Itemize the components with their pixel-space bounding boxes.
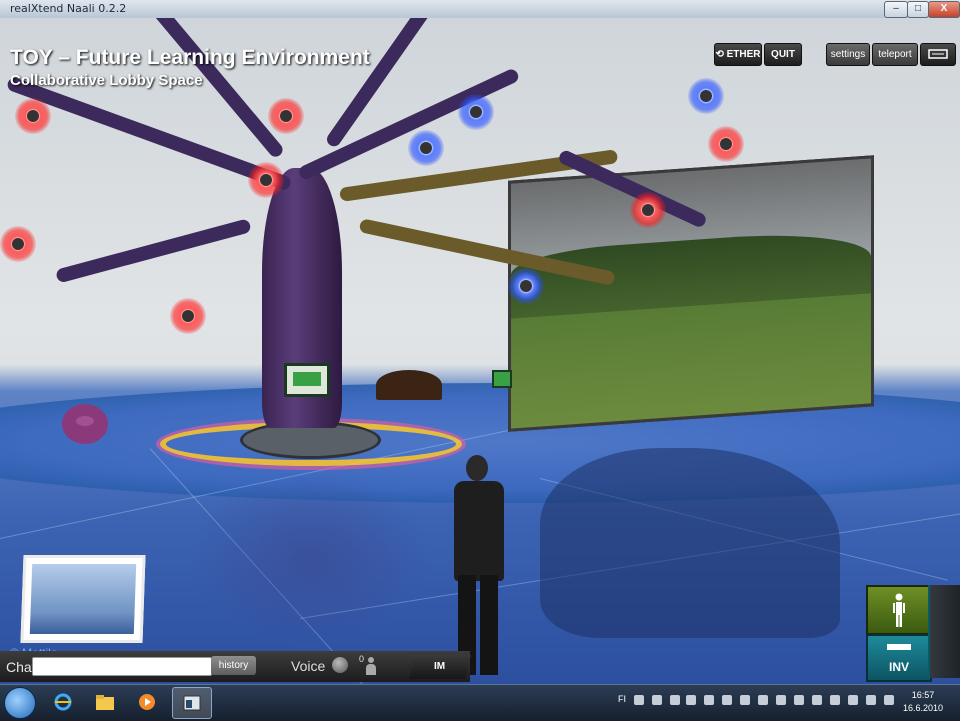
taskbar-ie[interactable] (44, 687, 82, 717)
avatar-icon (893, 593, 905, 627)
info-sign-small[interactable] (492, 370, 512, 388)
network-icon[interactable] (866, 695, 876, 705)
language-indicator[interactable]: FI (618, 694, 626, 704)
taskbar-naali[interactable] (172, 687, 212, 719)
tray-icon[interactable] (634, 695, 644, 705)
taskbar-media[interactable] (128, 687, 166, 717)
avatar-button[interactable] (866, 585, 932, 635)
red-light-orb (630, 192, 666, 228)
clock-date: 16.6.2010 (903, 703, 944, 713)
menu-icon[interactable] (920, 43, 956, 66)
tray-icon[interactable] (722, 695, 732, 705)
info-sign[interactable] (284, 363, 330, 397)
3d-viewport[interactable]: TOY – Future Learning Environment Collab… (0, 18, 960, 684)
tray-icon[interactable] (686, 695, 696, 705)
tree-branch (55, 218, 252, 284)
ether-button[interactable]: ⟲ ETHER (714, 43, 762, 66)
person-icon (366, 657, 376, 675)
teleport-button[interactable]: teleport (872, 43, 918, 66)
red-light-orb (708, 126, 744, 162)
red-light-orb (248, 162, 284, 198)
inventory-label: INV (888, 660, 909, 674)
overlay-title: TOY – Future Learning Environment (10, 46, 370, 69)
user-avatar[interactable] (448, 455, 514, 680)
tray-icon[interactable] (812, 695, 822, 705)
ie-icon (54, 693, 72, 711)
tray-icon[interactable] (652, 695, 662, 705)
windows-taskbar: FI 16:57 16.6.2010 (0, 684, 960, 721)
red-light-orb (170, 298, 206, 334)
taskbar-explorer[interactable] (86, 687, 124, 717)
dock-side-panel (928, 585, 960, 678)
blue-light-orb (408, 130, 444, 166)
inventory-button[interactable]: INV (866, 634, 932, 682)
im-label: IM (434, 661, 446, 672)
voice-count: 0 (359, 654, 365, 664)
tray-icon[interactable] (794, 695, 804, 705)
tray-clock[interactable]: 16:57 16.6.2010 (903, 689, 943, 715)
minimize-button[interactable]: – (884, 1, 908, 18)
im-button[interactable]: IM (409, 655, 471, 679)
app-window-icon (183, 695, 201, 711)
start-button[interactable] (4, 687, 36, 719)
volume-icon[interactable] (704, 695, 714, 705)
voice-label: Voice (291, 658, 326, 674)
settings-button[interactable]: settings (826, 43, 870, 66)
tray-icon[interactable] (670, 695, 680, 705)
inventory-icon (887, 644, 911, 660)
voice-toggle[interactable] (332, 657, 348, 673)
blue-light-orb (508, 268, 544, 304)
red-light-orb (0, 226, 36, 262)
close-button[interactable]: X (928, 1, 960, 18)
red-light-orb (15, 98, 51, 134)
dirt-mound (376, 370, 442, 400)
quit-button[interactable]: QUIT (764, 43, 802, 66)
blue-light-orb (458, 94, 494, 130)
chat-input[interactable] (32, 657, 212, 676)
window-title: realXtend Naali 0.2.2 (10, 2, 127, 15)
window-titlebar: realXtend Naali 0.2.2 – □ X (0, 0, 960, 19)
speaker-icon[interactable] (884, 695, 894, 705)
tray-icon[interactable] (776, 695, 786, 705)
bluetooth-icon[interactable] (740, 695, 750, 705)
blue-light-orb (688, 78, 724, 114)
tray-icon[interactable] (848, 695, 858, 705)
media-player-icon (139, 694, 155, 710)
overlay-subtitle: Collaborative Lobby Space (10, 72, 203, 89)
chat-bar: Chat history Voice 0 IM (0, 651, 471, 682)
tree-roots-reflection (190, 468, 430, 648)
clock-time: 16:57 (911, 690, 935, 700)
tray-icon[interactable] (830, 695, 840, 705)
folder-icon (96, 695, 114, 710)
red-light-orb (268, 98, 304, 134)
landscape-video-screen[interactable] (508, 155, 874, 432)
history-button[interactable]: history (211, 656, 256, 675)
screen-reflection (540, 448, 840, 638)
restore-button[interactable]: □ (907, 1, 929, 18)
piggy-bank-object[interactable] (62, 404, 108, 444)
minimap[interactable] (20, 555, 146, 643)
tray-icon[interactable] (758, 695, 768, 705)
